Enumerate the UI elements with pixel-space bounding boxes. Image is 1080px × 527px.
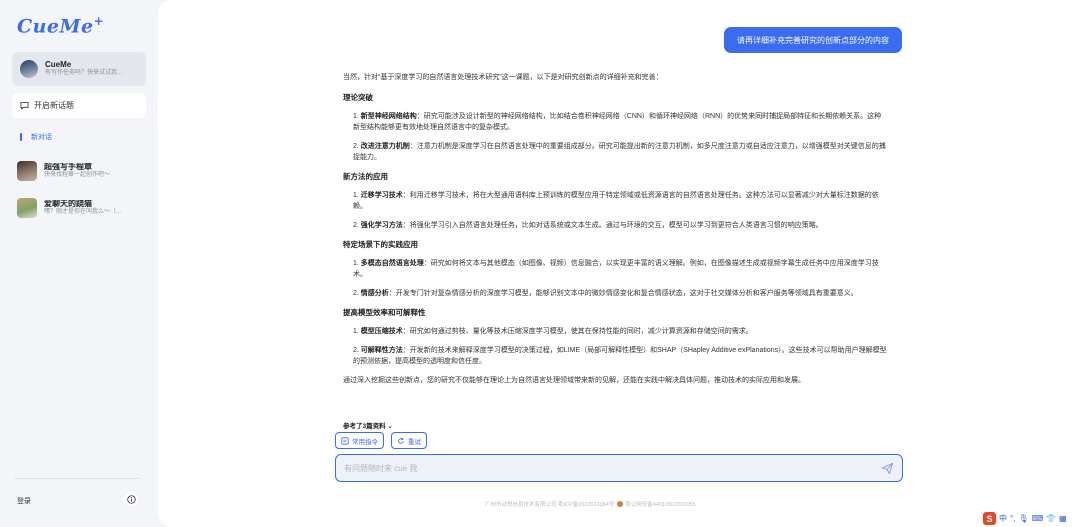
section-heading: 提高模型效率和可解释性 — [343, 308, 426, 317]
cat-avatar — [17, 198, 37, 218]
list-item: 1. 多模态自然语言处理：研究如何将文本与其他模态（如图像、视频）信息融合，以实… — [353, 260, 879, 278]
answer-conclusion: 通过深入挖掘这些创新点，您的研究不仅能够在理论上为自然语言处理领域带来新的见解，… — [343, 377, 805, 384]
sidebar: CueMe+ CueMe 有写作任务吗？快来试试我... 开启新话题 新对话 超… — [0, 0, 158, 527]
police-badge-icon — [617, 501, 624, 507]
writer-avatar — [17, 161, 37, 181]
list-item: 2. 可解释性方法：开发新的技术来解释深度学习模型的决策过程，如LIME（局部可… — [353, 347, 887, 365]
skin-icon[interactable]: 👕 — [1046, 514, 1056, 523]
list-item: 1. 新型神经网络结构：研究可能涉及设计新型的神经网络结构，比如结合卷积神经网络… — [353, 113, 882, 131]
assistant-answer: 当然，针对“基于深度学习的自然语言处理技术研究”这一课题，以下是对研究创新点的详… — [343, 72, 888, 425]
message-input[interactable] — [344, 463, 881, 473]
ime-punctuation[interactable]: °, — [1010, 514, 1015, 523]
list-item: 1. 模型压缩技术：研究如何通过剪枝、量化等技术压缩深度学习模型，使其在保持性能… — [353, 328, 753, 335]
section-heading: 理论突破 — [343, 93, 373, 102]
police-link[interactable]: 粤公网安备44010502003055 — [625, 500, 695, 508]
grid-icon[interactable]: ▦ — [1059, 514, 1067, 523]
divider — [14, 478, 140, 479]
conversation-subtitle: 快来找程章一起创作吧～ — [44, 172, 111, 179]
list-item: 2. 改进注意力机制：注意力机制是深度学习在自然语言处理中的重要组成部分。研究可… — [353, 143, 886, 161]
scroll-fade — [343, 409, 888, 425]
sogou-logo-icon: S — [983, 512, 996, 525]
active-indicator — [20, 133, 22, 141]
section-label: 新对话 — [31, 134, 52, 141]
login-button[interactable]: 登录 — [17, 496, 31, 506]
message-input-box[interactable] — [335, 454, 903, 482]
conversation-item[interactable]: 爱聊天的跷猫 嘿？刚才是你在叫我么～（... — [17, 196, 152, 220]
conversation-title: 超强写手程章 — [44, 163, 92, 172]
conversation-title: 爱聊天的跷猫 — [44, 200, 92, 209]
keyboard-icon[interactable]: ⌨ — [1032, 514, 1044, 523]
section-new-conversation[interactable]: 新对话 — [20, 132, 52, 142]
list-item: 1. 迁移学习技术：利用迁移学习技术，将在大型通用语料库上预训练的模型应用于特定… — [353, 192, 879, 210]
info-icon — [126, 494, 136, 504]
references-toggle[interactable]: 参考了3篇资料 ⌄ — [343, 420, 393, 430]
commands-icon — [341, 436, 349, 445]
common-commands-button[interactable]: 常用指令 — [335, 432, 384, 449]
new-chat-label: 开启新话题 — [34, 101, 74, 110]
cueme-avatar — [20, 60, 38, 78]
list-item: 2. 强化学习方法：将强化学习引入自然语言处理任务，比如对话系统或文本生成。通过… — [353, 222, 823, 229]
new-chat-button[interactable]: 开启新话题 — [12, 93, 146, 118]
info-button[interactable] — [124, 492, 138, 506]
icp-link[interactable]: 广州市动悦信息技术有限公司 粤ICP备2022013084号 — [485, 500, 614, 508]
retry-icon — [398, 437, 404, 444]
section-heading: 新方法的应用 — [343, 172, 388, 181]
answer-intro: 当然，针对“基于深度学习的自然语言处理技术研究”这一课题，以下是对研究创新点的详… — [343, 74, 663, 81]
section-heading: 特定场景下的实践应用 — [343, 240, 418, 249]
footer: 广州市动悦信息技术有限公司 粤ICP备2022013084号 粤公网安备4401… — [485, 500, 696, 508]
agent-subtitle: 有写作任务吗？快来试试我... — [45, 70, 123, 77]
chat-panel: 请再详细补充完善研究的创新点部分的内容 当然，针对“基于深度学习的自然语言处理技… — [158, 0, 1080, 527]
agent-card-cueme[interactable]: CueMe 有写作任务吗？快来试试我... — [12, 52, 146, 86]
list-item: 2. 情感分析：开发专门针对复杂情感分析的深度学习模型，能够识别文本中的微妙情感… — [353, 290, 858, 297]
send-icon[interactable] — [881, 462, 894, 475]
ime-toolbar[interactable]: S 中 °, 🎙 ⌨ 👕 ▦ — [983, 512, 1067, 525]
app-logo[interactable]: CueMe+ — [17, 14, 104, 37]
ime-language[interactable]: 中 — [999, 513, 1007, 524]
microphone-icon[interactable]: 🎙 — [1018, 514, 1028, 523]
user-message-bubble: 请再详细补充完善研究的创新点部分的内容 — [724, 27, 902, 53]
conversation-item[interactable]: 超强写手程章 快来找程章一起创作吧～ — [17, 159, 152, 183]
agent-name: CueMe — [45, 61, 72, 70]
retry-button[interactable]: 重试 — [391, 432, 427, 449]
conversation-subtitle: 嘿？刚才是你在叫我么～（... — [44, 209, 122, 216]
new-chat-icon — [20, 101, 29, 110]
